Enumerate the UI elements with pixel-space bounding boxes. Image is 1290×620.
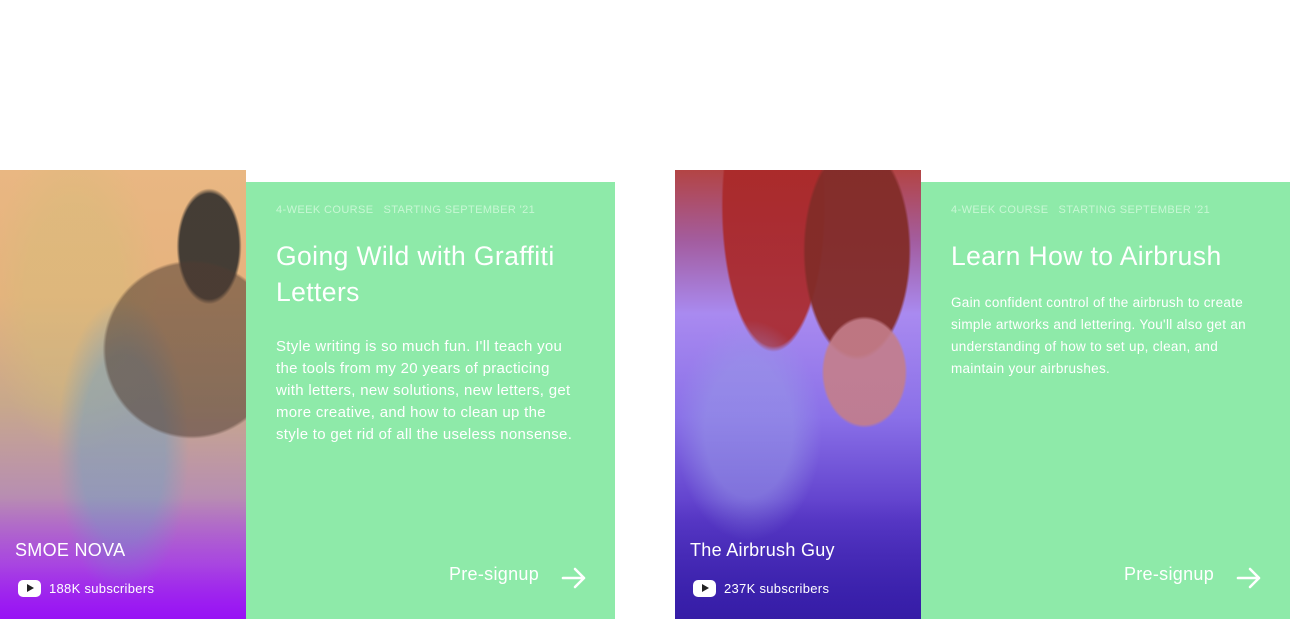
course-start: STARTING SEPTEMBER '21 — [383, 204, 536, 216]
creator-photo: The Airbrush Guy 237K subscribers — [675, 170, 921, 619]
course-info-panel: 4-WEEK COURSE STARTING SEPTEMBER '21 Lea… — [921, 182, 1290, 619]
course-card-graffiti[interactable]: SMOE NOVA 188K subscribers 4-WEEK COURSE… — [0, 170, 615, 619]
creator-name: The Airbrush Guy — [690, 540, 835, 560]
course-meta: 4-WEEK COURSE STARTING SEPTEMBER '21 — [951, 204, 1260, 216]
pre-signup-button[interactable]: Pre-signup — [1124, 557, 1262, 591]
pre-signup-button[interactable]: Pre-signup — [449, 557, 587, 591]
subscriber-count-label: 237K subscribers — [724, 581, 830, 596]
youtube-icon — [693, 580, 716, 597]
course-title: Going Wild with Graffiti Letters — [276, 241, 555, 307]
subscriber-count: 237K subscribers — [693, 580, 829, 597]
pre-signup-label: Pre-signup — [1123, 563, 1214, 584]
course-title: Learn How to Airbrush — [951, 241, 1222, 271]
course-card-airbrush[interactable]: The Airbrush Guy 237K subscribers 4-WEEK… — [675, 170, 1290, 619]
subscriber-count-label: 188K subscribers — [49, 581, 155, 596]
arrow-right-icon — [561, 567, 586, 589]
subscriber-count: 188K subscribers — [18, 580, 154, 597]
creator-name: SMOE NOVA — [15, 540, 126, 560]
course-duration: 4-WEEK COURSE — [951, 204, 1049, 216]
creator-photo: SMOE NOVA 188K subscribers — [0, 170, 246, 619]
youtube-icon — [18, 580, 41, 597]
course-meta: 4-WEEK COURSE STARTING SEPTEMBER '21 — [276, 204, 585, 216]
pre-signup-label: Pre-signup — [448, 563, 539, 584]
course-start: STARTING SEPTEMBER '21 — [1058, 204, 1211, 216]
course-info-panel: 4-WEEK COURSE STARTING SEPTEMBER '21 Goi… — [246, 182, 615, 619]
course-duration: 4-WEEK COURSE — [276, 204, 374, 216]
course-description: Gain confident control of the airbrush t… — [951, 295, 1246, 376]
arrow-right-icon — [1236, 567, 1261, 589]
course-description: Style writing is so much fun. I'll teach… — [276, 338, 573, 443]
